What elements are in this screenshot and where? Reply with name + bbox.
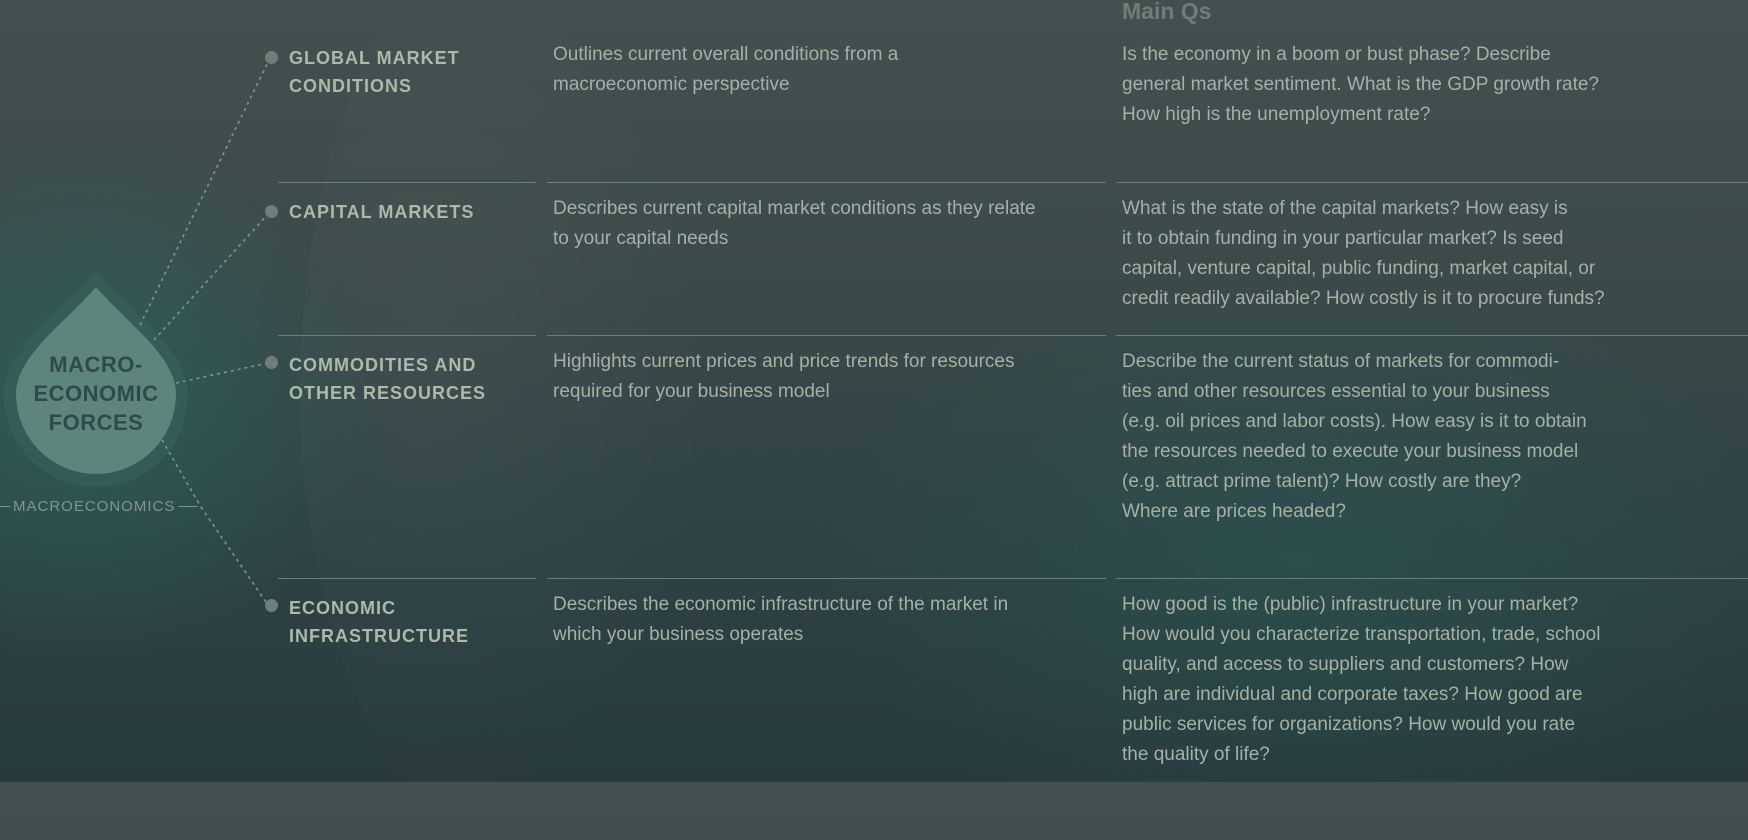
- divider: [1116, 335, 1748, 336]
- connector-capital-markets: [153, 213, 269, 341]
- macroeconomics-label: MACROECONOMICS: [13, 497, 176, 515]
- divider: [278, 335, 536, 336]
- row-title: GLOBAL MARKET CONDITIONS: [289, 48, 460, 96]
- row-questions: What is the state of the capital markets…: [1122, 198, 1605, 309]
- row-description: Describes the economic infrastructure of…: [553, 594, 1009, 645]
- row-description: Outlines current overall conditions from…: [553, 44, 899, 95]
- divider: [547, 578, 1106, 579]
- tag-dash-left: [0, 505, 10, 507]
- divider: [278, 182, 536, 183]
- row-questions: Is the economy in a boom or bust phase? …: [1122, 44, 1599, 125]
- divider: [1116, 578, 1748, 579]
- connector-global-market: [139, 61, 269, 326]
- row-description: Highlights current prices and price tren…: [553, 351, 1015, 402]
- row-description: Describes current capital market conditi…: [553, 198, 1036, 249]
- bullet-dot: [265, 599, 278, 612]
- bullet-dot: [265, 51, 278, 64]
- bullet-dot: [265, 356, 278, 369]
- divider: [547, 335, 1106, 336]
- row-title: CAPITAL MARKETS: [289, 202, 475, 222]
- row-questions: Describe the current status of markets f…: [1122, 351, 1587, 522]
- divider: [278, 578, 536, 579]
- divider: [547, 182, 1106, 183]
- row-questions: How good is the (public) infrastructure …: [1122, 594, 1601, 765]
- connector-infrastructure: [200, 506, 269, 606]
- macro-economic-forces-label: MACRO- ECONOMIC FORCES: [33, 352, 159, 435]
- row-title: ECONOMIC INFRASTRUCTURE: [289, 598, 469, 646]
- tag-dash-right: [179, 505, 198, 507]
- row-title: COMMODITIES AND OTHER RESOURCES: [289, 355, 487, 403]
- bullet-dot: [265, 205, 278, 218]
- macroeconomics-tag: MACROECONOMICS: [0, 497, 210, 515]
- connector-commodities: [175, 362, 269, 384]
- main-questions-header: Main Qs: [1122, 0, 1212, 24]
- divider: [1116, 182, 1748, 183]
